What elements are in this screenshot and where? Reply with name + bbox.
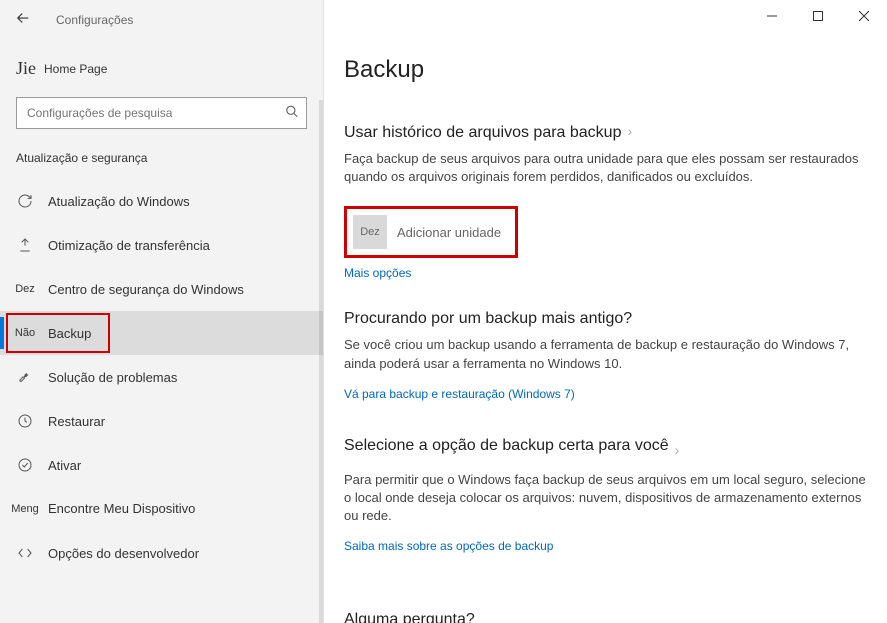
more-options-link[interactable]: Mais opções xyxy=(344,266,411,280)
home-row[interactable]: Jie Home Page xyxy=(0,40,323,89)
main-content: Backup Usar histórico de arquivos para b… xyxy=(324,0,887,623)
shield-icon: Dez xyxy=(16,280,34,298)
sidebar-item-label: Ativar xyxy=(48,458,81,473)
sidebar-item-troubleshoot[interactable]: Solução de problemas xyxy=(0,355,323,399)
activation-icon xyxy=(16,456,34,474)
sidebar-item-recovery[interactable]: Restaurar xyxy=(0,399,323,443)
highlight-box-add-drive: Dez Adicionar unidade xyxy=(344,206,518,258)
learn-more-link[interactable]: Saiba mais sobre as opções de backup xyxy=(344,539,553,553)
sidebar-item-label: Solução de problemas xyxy=(48,370,177,385)
history-heading: Usar histórico de arquivos para backup xyxy=(344,124,621,142)
window-controls xyxy=(749,0,887,32)
home-label: Home Page xyxy=(44,62,107,76)
maximize-button[interactable] xyxy=(795,0,841,32)
chevron-right-icon: › xyxy=(675,442,680,458)
recovery-icon xyxy=(16,412,34,430)
add-drive-button[interactable]: Dez Adicionar unidade xyxy=(353,215,509,249)
add-drive-label: Adicionar unidade xyxy=(397,225,509,240)
close-button[interactable] xyxy=(841,0,887,32)
sidebar-item-label: Backup xyxy=(48,326,91,341)
sidebar-item-delivery-optimization[interactable]: Otimização de transferência xyxy=(0,223,323,267)
troubleshoot-icon xyxy=(16,368,34,386)
find-device-icon: Meng xyxy=(16,500,34,518)
sidebar-item-activation[interactable]: Ativar xyxy=(0,443,323,487)
sidebar: Configurações Jie Home Page Atualização … xyxy=(0,0,324,623)
sidebar-item-backup[interactable]: Não Backup xyxy=(0,311,323,355)
sidebar-item-label: Atualização do Windows xyxy=(48,194,190,209)
scrollbar[interactable] xyxy=(319,100,323,623)
history-desc: Faça backup de seus arquivos para outra … xyxy=(344,150,867,186)
sidebar-item-label: Encontre Meu Dispositivo xyxy=(48,501,195,517)
backup-icon: Não xyxy=(16,324,34,342)
user-name: Jie xyxy=(16,58,36,79)
update-icon xyxy=(16,192,34,210)
minimize-button[interactable] xyxy=(749,0,795,32)
page-title: Backup xyxy=(344,56,867,84)
older-backup-link[interactable]: Vá para backup e restauração (Windows 7) xyxy=(344,387,575,401)
plus-icon: Dez xyxy=(353,215,387,249)
sidebar-item-label: Centro de segurança do Windows xyxy=(48,282,244,297)
sidebar-item-label: Opções do desenvolvedor xyxy=(48,546,199,561)
search-input[interactable] xyxy=(16,97,307,129)
sidebar-item-find-my-device[interactable]: Meng Encontre Meu Dispositivo xyxy=(0,487,323,531)
search-box xyxy=(16,97,307,129)
older-heading: Procurando por um backup mais antigo? xyxy=(344,310,867,328)
sidebar-item-developer-options[interactable]: Opções do desenvolvedor xyxy=(0,531,323,575)
sidebar-item-label: Otimização de transferência xyxy=(48,238,210,253)
back-button[interactable] xyxy=(10,5,36,36)
question-heading: Alguma pergunta? xyxy=(344,611,867,623)
window-title: Configurações xyxy=(56,13,133,27)
choose-heading: Selecione a opção de backup certa para v… xyxy=(344,437,669,455)
choose-desc: Para permitir que o Windows faça backup … xyxy=(344,471,867,526)
chevron-right-icon: › xyxy=(627,123,632,139)
sidebar-item-windows-update[interactable]: Atualização do Windows xyxy=(0,179,323,223)
sidebar-item-label: Restaurar xyxy=(48,414,105,429)
developer-icon xyxy=(16,544,34,562)
sidebar-item-windows-security[interactable]: Dez Centro de segurança do Windows xyxy=(0,267,323,311)
sidebar-section-heading: Atualização e segurança xyxy=(0,143,323,179)
older-desc: Se você criou um backup usando a ferrame… xyxy=(344,336,867,372)
delivery-icon xyxy=(16,236,34,254)
